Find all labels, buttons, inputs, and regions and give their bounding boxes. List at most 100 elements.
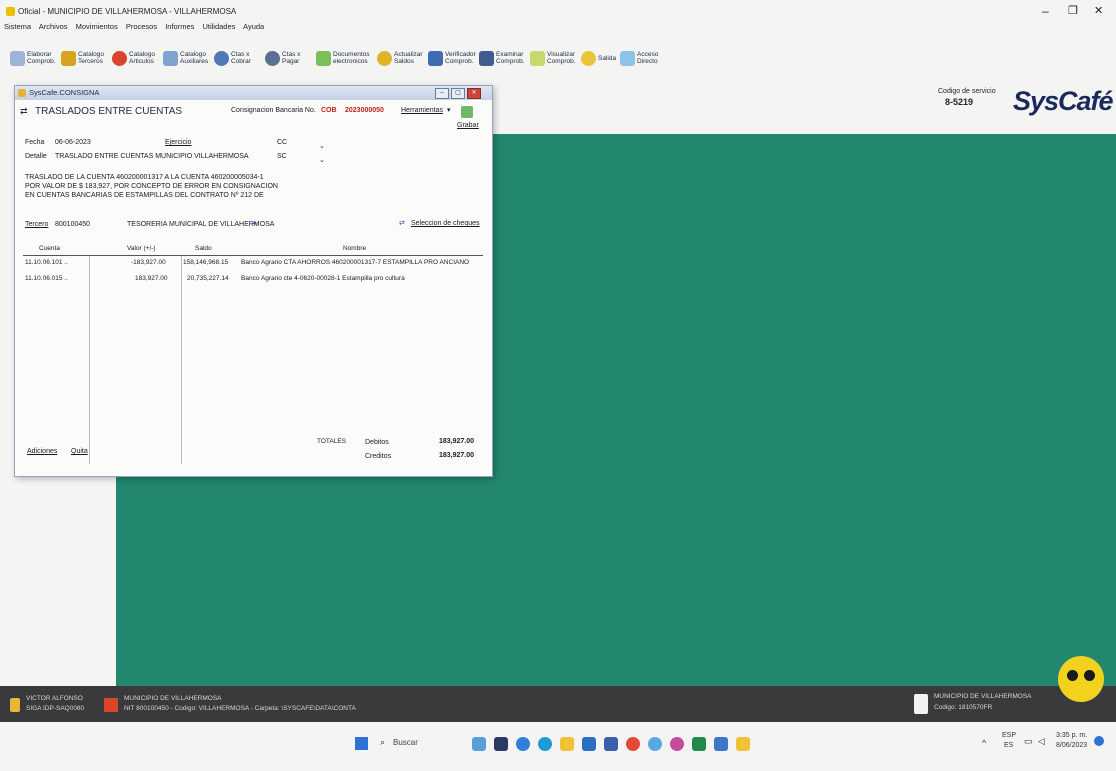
document-icon bbox=[914, 694, 928, 714]
entity-name: MUNICIPIO DE VILLAHERMOSA bbox=[124, 695, 222, 702]
grid-divider bbox=[89, 256, 90, 464]
app-icon[interactable] bbox=[670, 737, 684, 751]
column-valor: Valor (+/-) bbox=[127, 245, 156, 252]
grid-divider bbox=[181, 256, 182, 464]
syscafe-taskbar-icon[interactable] bbox=[736, 737, 750, 751]
box-icon bbox=[112, 50, 127, 66]
herramientas-menu[interactable]: Herramientas bbox=[401, 107, 443, 114]
status-bar: VICTOR ALFONSO SIGA IDP-SAQ0080 MUNICIPI… bbox=[0, 656, 1116, 722]
dialog-title: SysCafe.CONSIGNA bbox=[29, 88, 100, 97]
language-sub: ES bbox=[1004, 742, 1014, 749]
traslados-dialog: SysCafe.CONSIGNA – ▢ ✕ ⇄ TRASLADOS ENTRE… bbox=[14, 85, 493, 477]
toolbar-ctas-pagar[interactable]: Ctas x Pagar bbox=[265, 46, 310, 70]
dialog-app-icon bbox=[18, 89, 26, 97]
chevron-up-icon[interactable]: ^ bbox=[982, 738, 986, 748]
menu-informes[interactable]: Informes bbox=[165, 22, 194, 31]
toolbar-examinar-comprob[interactable]: Examinar Comprob. bbox=[479, 46, 525, 70]
toolbar-catalogo-auxiliares[interactable]: Catalogo Auxiliares bbox=[163, 46, 208, 70]
menu-utilidades[interactable]: Utilidades bbox=[202, 22, 235, 31]
menu-procesos[interactable]: Procesos bbox=[126, 22, 157, 31]
table-row[interactable]: 11.10.06.015 .. 183,927.00 20,735,227.14… bbox=[23, 275, 483, 286]
service-code: 8-5219 bbox=[945, 97, 974, 107]
excel-icon[interactable] bbox=[692, 737, 706, 751]
toolbar-actualizar-saldos[interactable]: Actualizar Saldos bbox=[377, 46, 423, 70]
taskbar-search[interactable]: Buscar bbox=[393, 738, 418, 747]
app-icon bbox=[6, 7, 15, 16]
window-title: Oficial - MUNICIPIO DE VILLAHERMOSA - VI… bbox=[18, 7, 237, 16]
debitos-total: 183,927.00 bbox=[439, 438, 475, 445]
notification-icon[interactable] bbox=[1094, 736, 1104, 746]
cc-dropdown-icon[interactable]: ⌄ bbox=[319, 142, 325, 150]
toolbar-elaborar-comprob[interactable]: Elaborar Comprob. bbox=[10, 46, 56, 70]
user-icon bbox=[10, 698, 20, 712]
debitos-label: Debitos bbox=[365, 439, 389, 446]
dialog-minimize-button[interactable]: – bbox=[435, 88, 449, 99]
ejercicio-label[interactable]: Ejercicio bbox=[165, 139, 191, 146]
entity-path: NIT 800100450 - Codigo: VILLAHERMOSA - C… bbox=[124, 705, 356, 712]
menu-archivos[interactable]: Archivos bbox=[39, 22, 68, 31]
tercero-label[interactable]: Tercero bbox=[25, 221, 48, 228]
app-icon[interactable] bbox=[538, 737, 552, 751]
email-icon bbox=[316, 50, 331, 66]
dialog-heading: TRASLADOS ENTRE CUENTAS bbox=[35, 106, 183, 117]
clock-time[interactable]: 3:35 p. m. bbox=[1056, 732, 1087, 739]
toolbar-visualizar-comprob[interactable]: Visualizar Comprob. bbox=[530, 46, 576, 70]
right-entity-code: Codigo: 1810570FR bbox=[934, 704, 993, 711]
service-code-label: Codigo de servicio bbox=[938, 88, 996, 95]
column-cuenta: Cuenta bbox=[39, 245, 60, 252]
chevron-down-icon: ▾ bbox=[447, 107, 451, 114]
toolbar-acceso-directo[interactable]: Acceso Directo bbox=[620, 46, 665, 70]
toolbar-ctas-cobrar[interactable]: Ctas x Cobrar bbox=[214, 46, 259, 70]
detalle-field[interactable]: TRASLADO ENTRE CUENTAS MUNICIPIO VILLAHE… bbox=[55, 153, 249, 160]
minimize-button[interactable]: – bbox=[1042, 4, 1049, 18]
fecha-field[interactable]: 06-06-2023 bbox=[55, 139, 91, 146]
dialog-maximize-button[interactable]: ▢ bbox=[451, 88, 465, 99]
cycle-icon bbox=[214, 50, 229, 66]
network-icon[interactable]: ▭ bbox=[1024, 736, 1033, 747]
app-icon[interactable] bbox=[604, 737, 618, 751]
grabar-button[interactable]: Grabar bbox=[457, 122, 479, 129]
creditos-label: Creditos bbox=[365, 453, 392, 460]
save-icon[interactable] bbox=[461, 106, 473, 118]
language-indicator[interactable]: ESP bbox=[1002, 732, 1016, 739]
adiciones-button[interactable]: Adiciones bbox=[27, 448, 57, 455]
tercero-id[interactable]: 800100450 bbox=[55, 221, 90, 228]
cheque-icon: ⇄ bbox=[399, 220, 405, 227]
consignacion-label: Consignacion Bancaria No. bbox=[231, 107, 316, 114]
view-icon bbox=[530, 50, 545, 66]
app-icon[interactable] bbox=[472, 737, 486, 751]
toolbar-catalogo-articulos[interactable]: Catalogo Articulos bbox=[112, 46, 157, 70]
windows-start-icon[interactable] bbox=[355, 737, 368, 750]
maximize-button[interactable]: ❐ bbox=[1068, 4, 1078, 17]
sc-label: SC bbox=[277, 153, 287, 160]
binoculars-icon[interactable]: ♠ bbox=[253, 220, 257, 227]
transfer-icon: ⇄ bbox=[20, 106, 28, 116]
menu-ayuda[interactable]: Ayuda bbox=[243, 22, 264, 31]
chrome-icon[interactable] bbox=[648, 737, 662, 751]
menu-movimientos[interactable]: Movimientos bbox=[76, 22, 118, 31]
sc-dropdown-icon[interactable]: ⌄ bbox=[319, 156, 325, 164]
column-nombre: Nombre bbox=[343, 245, 367, 252]
app-icon[interactable] bbox=[626, 737, 640, 751]
close-button[interactable]: ✕ bbox=[1094, 4, 1103, 17]
toolbar-documentos-electronicos[interactable]: Documentos electronicos bbox=[316, 46, 371, 70]
seleccion-cheques-link[interactable]: Seleccion de cheques bbox=[411, 220, 480, 227]
folder-icon bbox=[620, 50, 635, 66]
menu-sistema[interactable]: Sistema bbox=[4, 22, 31, 31]
table-row[interactable]: 11.10.06.101 .. -183,927.00 158,146,968.… bbox=[23, 259, 483, 270]
search-icon[interactable]: ⌕ bbox=[380, 737, 385, 748]
clock-date[interactable]: 8/06/2023 bbox=[1056, 742, 1087, 749]
descripcion-text[interactable]: TRASLADO DE LA CUENTA 460200001317 A LA … bbox=[25, 173, 295, 200]
volume-icon[interactable]: ◁ bbox=[1038, 736, 1045, 747]
check-icon bbox=[428, 50, 443, 66]
folder-icon[interactable] bbox=[560, 737, 574, 751]
toolbar-verificador-comprob[interactable]: Verificador Comprob. bbox=[428, 46, 476, 70]
toolbar-catalogo-terceros[interactable]: Catalogo Terceros bbox=[61, 46, 106, 70]
quita-button[interactable]: Quita bbox=[71, 448, 88, 455]
toolbar-salida[interactable]: Salida bbox=[581, 46, 616, 70]
store-icon[interactable] bbox=[582, 737, 596, 751]
edge-icon[interactable] bbox=[516, 737, 530, 751]
dialog-close-button[interactable]: ✕ bbox=[467, 88, 481, 99]
app-icon[interactable] bbox=[494, 737, 508, 751]
app-icon[interactable] bbox=[714, 737, 728, 751]
